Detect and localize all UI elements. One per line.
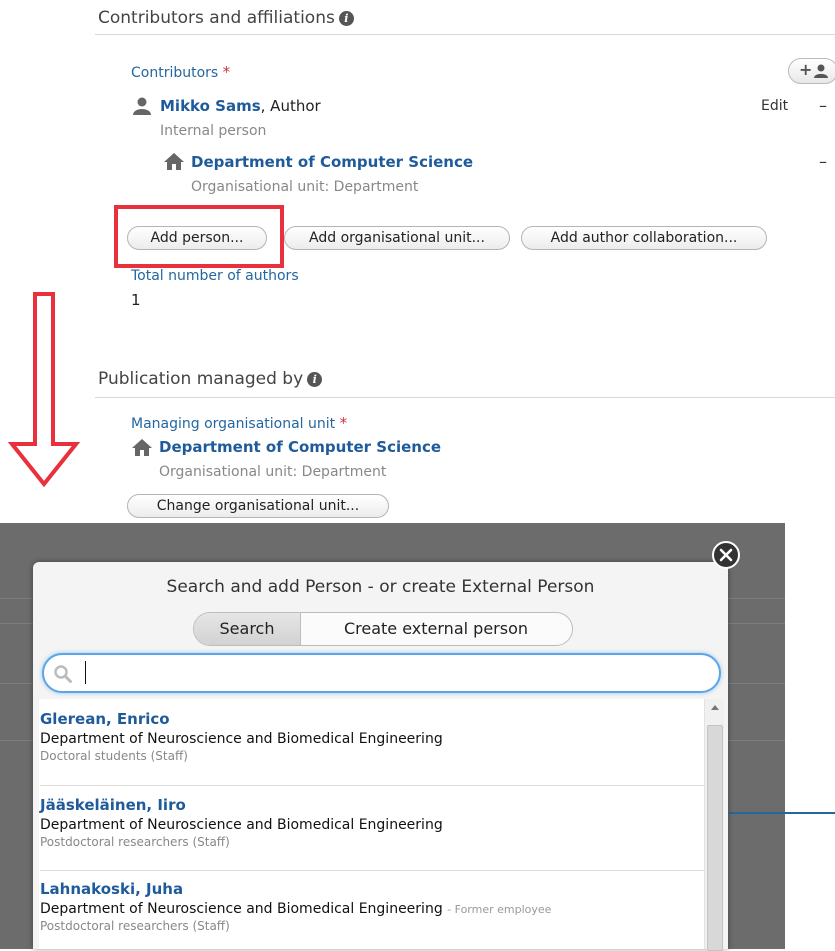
- result-role: Postdoctoral researchers (Staff): [40, 835, 230, 849]
- affiliation-type: Organisational unit: Department: [191, 179, 419, 195]
- search-icon: [54, 665, 72, 683]
- highlight-box: [114, 205, 284, 268]
- edit-contributor-link[interactable]: Edit: [761, 98, 788, 114]
- text-cursor: [85, 661, 86, 684]
- required-mark: *: [339, 414, 348, 432]
- contributor-type: Internal person: [160, 123, 267, 139]
- close-dialog-button[interactable]: [712, 541, 740, 569]
- total-authors-label: Total number of authors: [131, 268, 299, 284]
- add-author-collaboration-button[interactable]: Add author collaboration...: [521, 226, 767, 250]
- dialog-tabs: Search Create external person: [193, 612, 573, 646]
- result-role: Postdoctoral researchers (Staff): [40, 919, 230, 933]
- managing-org-label: Managing organisational unit *: [131, 414, 348, 432]
- total-authors-value: 1: [131, 291, 141, 309]
- home-icon: [164, 153, 184, 170]
- search-input[interactable]: [42, 653, 721, 693]
- managing-org-type: Organisational unit: Department: [159, 464, 387, 480]
- contributor-name-link[interactable]: Mikko Sams: [160, 97, 261, 115]
- background-divider: [729, 812, 835, 814]
- managing-org-link[interactable]: Department of Computer Science: [159, 438, 441, 456]
- affiliation-org-link[interactable]: Department of Computer Science: [191, 153, 473, 171]
- contributor-row: Mikko Sams, Author: [160, 97, 321, 115]
- info-icon[interactable]: i: [338, 11, 354, 26]
- arrow-down-icon: [8, 292, 80, 488]
- result-name[interactable]: Lahnakoski, Juha: [40, 880, 551, 898]
- contributors-section-title: Contributors and affiliations i: [98, 8, 354, 28]
- contributors-label: Contributors *: [131, 63, 231, 81]
- section-divider: [95, 397, 835, 398]
- dialog-title: Search and add Person - or create Extern…: [166, 577, 595, 597]
- user-icon: [814, 64, 828, 78]
- result-department: Department of Neuroscience and Biomedica…: [40, 901, 552, 917]
- remove-affiliation-button[interactable]: –: [819, 152, 827, 171]
- results-scrollbar[interactable]: [704, 699, 724, 951]
- section-divider: [95, 34, 835, 35]
- list-item[interactable]: Lahnakoski, Juha Department of Neuroscie…: [40, 880, 551, 933]
- result-separator: [40, 870, 705, 871]
- remove-contributor-button[interactable]: –: [819, 96, 827, 115]
- managed-section-title: Publication managed by i: [98, 369, 323, 389]
- required-mark: *: [222, 63, 231, 81]
- former-employee-note: - Former employee: [447, 903, 552, 916]
- tab-create-external-person[interactable]: Create external person: [300, 613, 572, 645]
- scroll-up-icon[interactable]: [711, 705, 719, 710]
- home-icon: [132, 439, 152, 456]
- tab-search[interactable]: Search: [194, 613, 301, 645]
- result-separator: [40, 785, 705, 786]
- scrollbar-thumb[interactable]: [707, 725, 723, 951]
- result-name[interactable]: Jääskeläinen, Iiro: [40, 796, 443, 814]
- close-icon: [719, 548, 733, 562]
- add-contributor-button[interactable]: +: [788, 58, 835, 84]
- person-icon: [133, 97, 151, 115]
- change-org-unit-button[interactable]: Change organisational unit...: [127, 494, 389, 518]
- result-role: Doctoral students (Staff): [40, 749, 188, 763]
- list-item[interactable]: Jääskeläinen, Iiro Department of Neurosc…: [40, 796, 443, 849]
- result-name[interactable]: Glerean, Enrico: [40, 710, 443, 728]
- add-org-unit-button[interactable]: Add organisational unit...: [284, 226, 510, 250]
- info-icon[interactable]: i: [307, 372, 323, 387]
- result-department: Department of Neuroscience and Biomedica…: [40, 731, 443, 747]
- result-department: Department of Neuroscience and Biomedica…: [40, 817, 443, 833]
- list-item[interactable]: Glerean, Enrico Department of Neuroscien…: [40, 710, 443, 763]
